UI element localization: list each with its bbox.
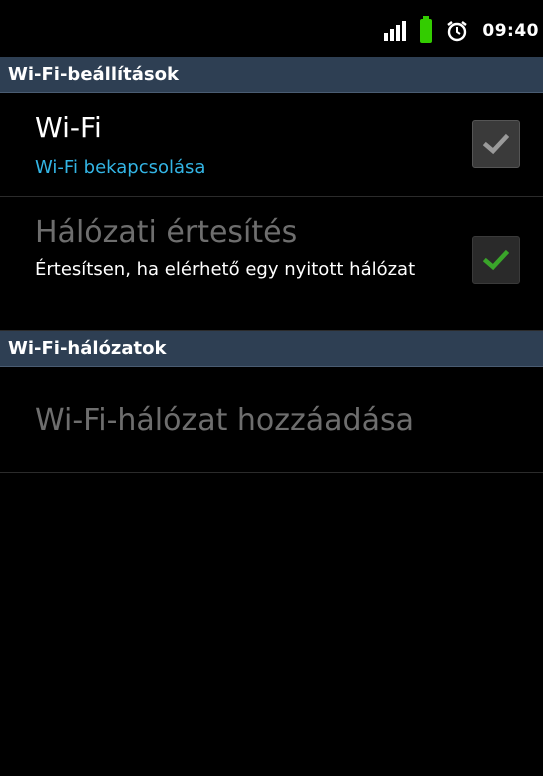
checkmark-icon <box>483 133 509 155</box>
status-bar: 09:40 <box>0 0 543 56</box>
wifi-subtitle: Wi-Fi bekapcsolása <box>35 157 206 178</box>
status-icons: 09:40 <box>384 16 539 44</box>
signal-bars-icon <box>384 21 407 41</box>
status-time: 09:40 <box>482 21 539 41</box>
network-notification-subtitle: Értesítsen, ha elérhető egy nyitott háló… <box>35 259 416 280</box>
network-notification-row[interactable]: Hálózati értesítés Értesítsen, ha elérhe… <box>0 197 543 331</box>
wifi-title: Wi-Fi <box>35 111 102 144</box>
wifi-checkbox[interactable] <box>472 120 520 168</box>
add-network-row[interactable]: Wi-Fi-hálózat hozzáadása <box>0 367 543 473</box>
battery-icon <box>420 16 433 43</box>
section-header-settings: Wi-Fi-beállítások <box>0 57 543 93</box>
network-notification-title: Hálózati értesítés <box>35 215 298 250</box>
alarm-clock-icon <box>447 21 468 42</box>
section-header-networks: Wi-Fi-hálózatok <box>0 331 543 367</box>
network-notification-checkbox[interactable] <box>472 236 520 284</box>
checkmark-icon <box>483 249 509 271</box>
add-network-title: Wi-Fi-hálózat hozzáadása <box>35 403 414 438</box>
wifi-toggle-row[interactable]: Wi-Fi Wi-Fi bekapcsolása <box>0 93 543 197</box>
